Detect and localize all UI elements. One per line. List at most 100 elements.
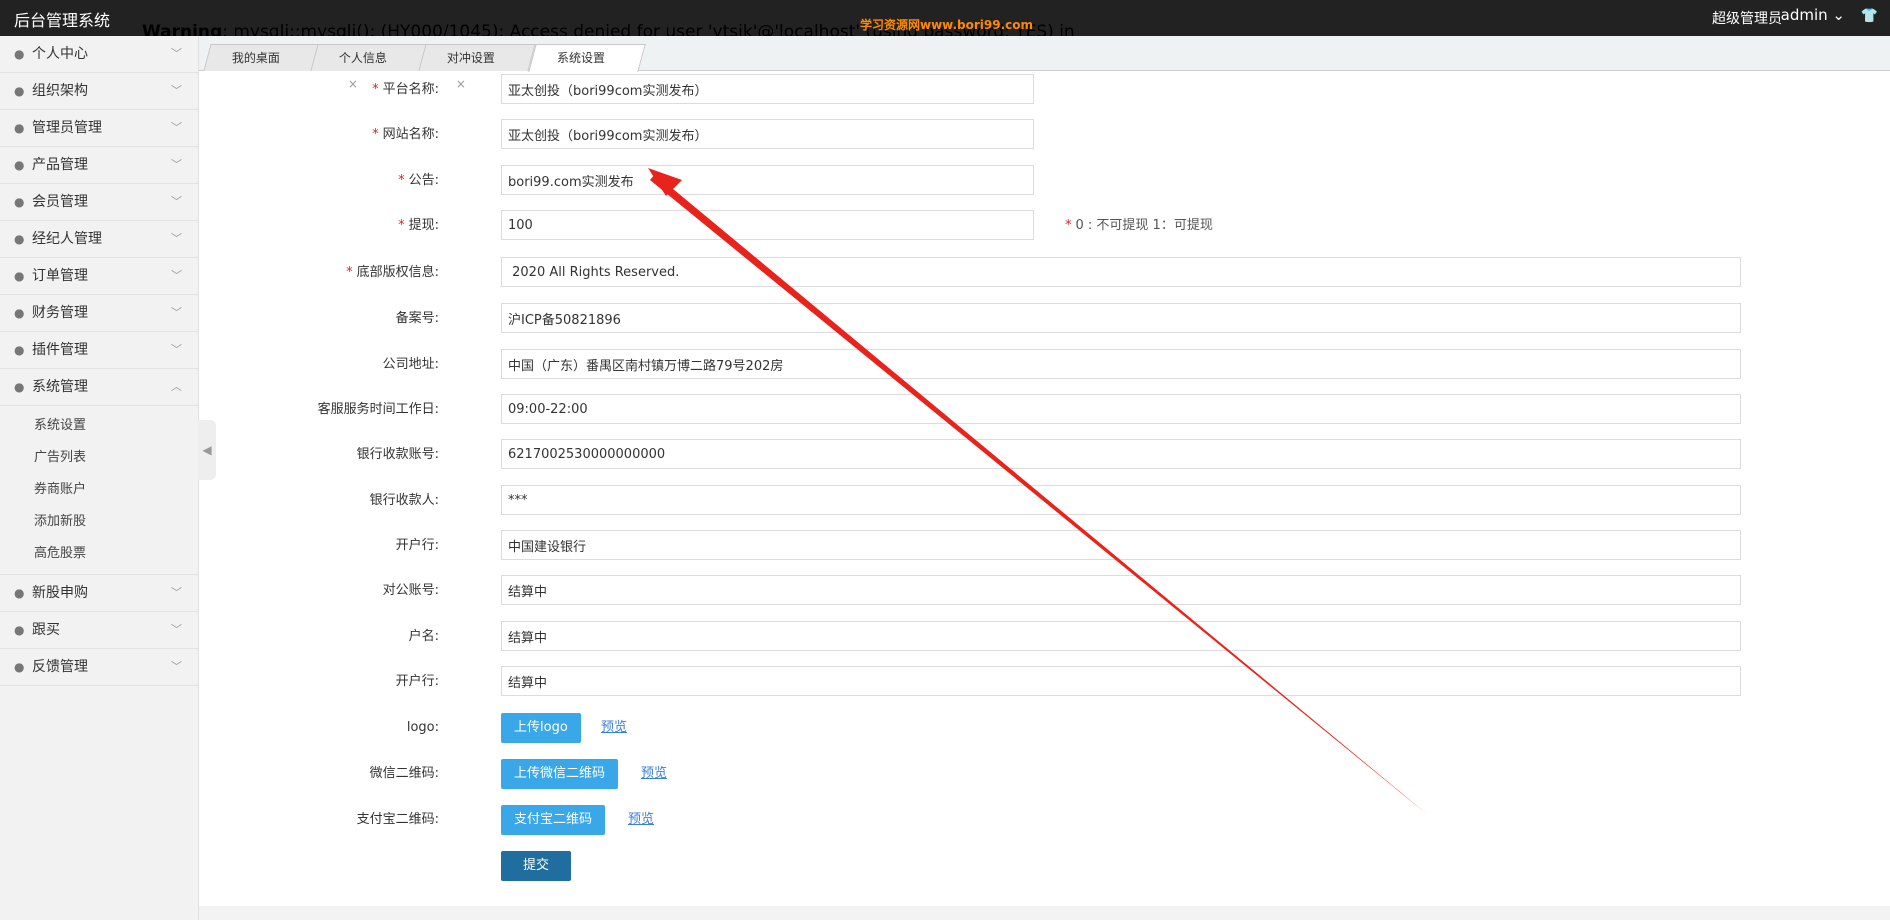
form-input[interactable] <box>501 119 1034 149</box>
field-label-text: 银行收款账号: <box>356 447 439 462</box>
form-input[interactable] <box>501 575 1741 605</box>
form-input[interactable] <box>501 74 1034 104</box>
form-row: * 网站名称: <box>199 119 1890 151</box>
admin-icon: ● <box>14 121 25 135</box>
field-hint: * 0 : 不可提现 1：可提现 <box>1065 210 1213 242</box>
field-label: 开户行: <box>37 666 439 698</box>
user-menu[interactable]: admin ⌄ <box>1781 6 1845 24</box>
required-mark: * <box>372 127 379 142</box>
field-label-text: 对公账号: <box>382 583 439 598</box>
field-label-text: 备案号: <box>395 311 439 326</box>
chevron-down-icon: ﹀ <box>171 47 182 60</box>
upload-button[interactable]: 上传微信二维码 <box>501 759 619 789</box>
upload-row: logo: 上传logo 预览 <box>199 712 1890 744</box>
user-icon: ● <box>14 47 25 61</box>
field-label: 银行收款人: <box>37 485 439 517</box>
form-row: 客服服务时间工作日: <box>199 394 1890 426</box>
form-row: * 公告: <box>199 165 1890 197</box>
tab-personal-info[interactable]: 个人信息× <box>310 44 428 91</box>
form-row: 对公账号: <box>199 575 1890 607</box>
sidebar-item-label: 系统管理 <box>32 379 88 395</box>
field-label-text: 开户行: <box>395 674 439 689</box>
form-row: *提现:*0 : 不可提现 1：可提现 <box>199 210 1890 242</box>
field-label-text: 网站名称: <box>382 127 439 142</box>
field-label: 银行收款账号: <box>37 439 439 471</box>
bottom-status-strip <box>199 906 1890 920</box>
user-role: 超级管理员 <box>1712 11 1782 27</box>
form-row: 开户行: <box>199 666 1890 698</box>
form-input[interactable] <box>501 394 1741 424</box>
order-icon: ● <box>14 269 25 283</box>
form-input[interactable] <box>501 439 1741 469</box>
tab-label: 系统设置 <box>557 51 606 65</box>
plugin-icon: ● <box>14 343 25 357</box>
form-row: 银行收款账号: <box>199 439 1890 471</box>
submit-button[interactable]: 提交 <box>501 851 571 881</box>
org-icon: ● <box>14 84 25 98</box>
tab-hedge-settings[interactable]: 对冲设置× <box>418 44 536 91</box>
field-label: * 提现: <box>37 210 439 242</box>
preview-link[interactable]: 预览 <box>601 712 627 744</box>
field-label: * 网站名称: <box>37 119 439 151</box>
tab-label: 我的桌面 <box>231 51 280 65</box>
required-mark: * <box>398 173 405 188</box>
tab-bar: 我的桌面 个人信息× 对冲设置× 系统设置× <box>199 36 1890 91</box>
settings-form: *平台名称:*网站名称:*公告:*提现:*0 : 不可提现 1：可提现*底部版权… <box>199 70 1890 920</box>
upload-label: 支付宝二维码: <box>356 812 439 827</box>
field-label: 公司地址: <box>37 349 439 381</box>
form-input[interactable] <box>501 257 1741 287</box>
field-label: 客服服务时间工作日: <box>37 394 439 426</box>
field-label-text: 银行收款人: <box>369 493 439 508</box>
field-label-text: 开户行: <box>395 538 439 553</box>
upload-row: 支付宝二维码: 支付宝二维码 预览 <box>199 804 1890 836</box>
ipo-icon: ● <box>14 586 25 600</box>
sidebar-item-label: 个人中心 <box>32 46 88 62</box>
upload-label: 微信二维码: <box>369 766 439 781</box>
form-input[interactable] <box>501 485 1741 515</box>
field-label-text: 公告: <box>408 173 439 188</box>
shirt-icon[interactable]: 👕 <box>1861 8 1878 24</box>
form-input[interactable] <box>501 621 1741 651</box>
tab-label: 个人信息 <box>338 51 387 65</box>
preview-link[interactable]: 预览 <box>641 758 667 790</box>
form-row: 备案号: <box>199 303 1890 335</box>
preview-link[interactable]: 预览 <box>628 804 654 836</box>
form-row: 开户行: <box>199 530 1890 562</box>
form-input[interactable] <box>501 165 1034 195</box>
sidebar-item[interactable]: ● 个人中心 ﹀ <box>0 36 198 73</box>
form-input[interactable] <box>501 349 1741 379</box>
field-label-text: 底部版权信息: <box>356 265 439 280</box>
tab-system-settings[interactable]: 系统设置× <box>528 44 646 91</box>
upload-button[interactable]: 支付宝二维码 <box>501 805 606 835</box>
follow-icon: ● <box>14 623 25 637</box>
feedback-icon: ● <box>14 660 25 674</box>
form-input[interactable] <box>501 303 1741 333</box>
form-input[interactable] <box>501 530 1741 560</box>
required-mark: * <box>372 82 379 97</box>
field-label: 户名: <box>37 621 439 653</box>
finance-icon: ● <box>14 306 25 320</box>
app-title: 后台管理系统 <box>14 11 111 30</box>
form-row: 户名: <box>199 621 1890 653</box>
php-warning: Warning: mysqli::mysqli(): (HY000/1045):… <box>142 18 1392 36</box>
field-hint-text: 0 : 不可提现 1：可提现 <box>1075 218 1213 233</box>
upload-button[interactable]: 上传logo <box>501 713 581 743</box>
tab-my-desktop[interactable]: 我的桌面 <box>203 44 323 71</box>
member-icon: ● <box>14 195 25 209</box>
required-mark: * <box>1065 218 1072 233</box>
form-row: * 平台名称: <box>199 74 1890 106</box>
broker-icon: ● <box>14 232 25 246</box>
field-label-text: 公司地址: <box>382 357 439 372</box>
required-mark: * <box>346 265 353 280</box>
field-label: 对公账号: <box>37 575 439 607</box>
field-label-text: 平台名称: <box>382 82 439 97</box>
form-input[interactable] <box>501 666 1741 696</box>
tab-label: 对冲设置 <box>446 51 495 65</box>
form-row: 公司地址: <box>199 349 1890 381</box>
upload-row: 微信二维码: 上传微信二维码 预览 <box>199 758 1890 790</box>
required-mark: * <box>398 218 405 233</box>
warning-label: Warning <box>142 22 223 36</box>
form-input[interactable] <box>501 210 1034 240</box>
top-bar: 后台管理系统 Warning: mysqli::mysqli(): (HY000… <box>0 0 1890 36</box>
form-row: * 底部版权信息: <box>199 257 1890 289</box>
